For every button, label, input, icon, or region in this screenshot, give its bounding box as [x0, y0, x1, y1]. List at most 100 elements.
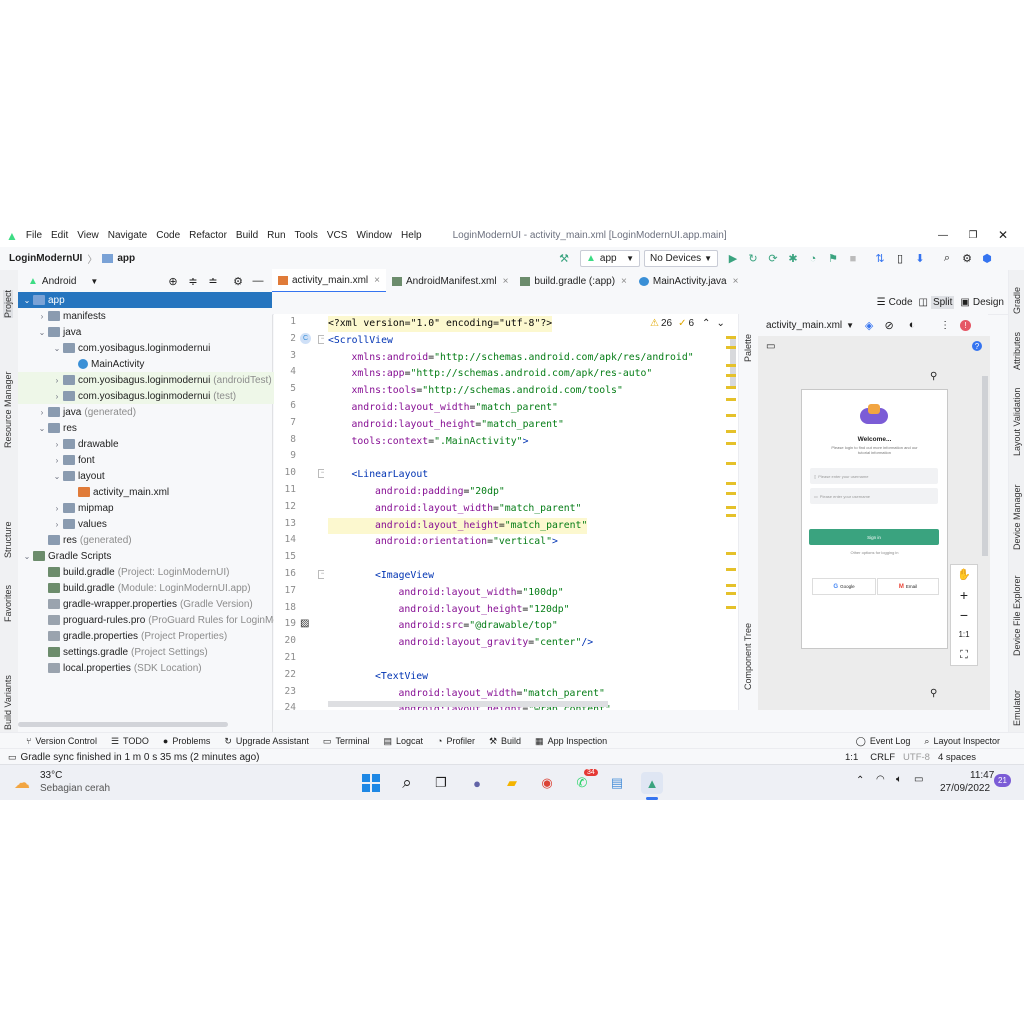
device-manager-icon[interactable]: ▯: [893, 252, 907, 266]
warning-marker[interactable]: [726, 606, 736, 609]
toolwindow-version-control[interactable]: ⑂ Version Control: [26, 736, 97, 746]
toolwindow-upgrade-assistant[interactable]: ↻ Upgrade Assistant: [224, 736, 309, 747]
warning-marker[interactable]: [726, 552, 736, 555]
chevron-down-icon[interactable]: ⌄: [22, 552, 32, 561]
zoom-fit-icon[interactable]: ⛶: [951, 645, 977, 665]
tree-item[interactable]: ⌄ Gradle Scripts: [18, 548, 276, 564]
hammer-icon[interactable]: ⚒: [557, 252, 571, 266]
locate-file-icon[interactable]: ⊕: [166, 274, 180, 288]
attributes-tool-button[interactable]: Attributes: [1012, 332, 1022, 370]
assistant-icon[interactable]: ⬢: [980, 252, 994, 266]
tree-item[interactable]: ⌄ java: [18, 324, 291, 340]
toolwindow-profiler[interactable]: ◔ Profiler: [437, 736, 475, 746]
status-message[interactable]: Gradle sync finished in 1 m 0 s 35 ms (2…: [21, 752, 260, 763]
tree-item[interactable]: › values: [18, 516, 306, 532]
toolwindow-app-inspection[interactable]: ▦ App Inspection: [535, 736, 607, 747]
tree-item[interactable]: ⌄ com.yosibagus.loginmodernui: [18, 340, 306, 356]
code-editor[interactable]: <?xml version="1.0" encoding="utf-8"?> <S…: [324, 314, 738, 710]
menu-file[interactable]: File: [26, 230, 42, 241]
tree-item[interactable]: › java (generated): [18, 404, 291, 420]
emulator-tool-button[interactable]: Emulator: [1012, 690, 1022, 726]
warning-marker[interactable]: [726, 430, 736, 433]
menu-help[interactable]: Help: [401, 230, 422, 241]
settings-icon[interactable]: ⚙: [960, 252, 974, 266]
close-tab-icon[interactable]: ×: [374, 275, 380, 286]
clock-date[interactable]: 27/09/2022: [940, 783, 990, 794]
volume-icon[interactable]: 🔈︎: [896, 774, 902, 785]
warning-marker[interactable]: [726, 442, 736, 445]
chevron-down-icon[interactable]: ⌄: [37, 328, 47, 337]
theme-icon[interactable]: ◐: [905, 318, 919, 332]
tree-item[interactable]: gradle.properties (Project Properties): [18, 628, 291, 644]
menu-tools[interactable]: Tools: [295, 230, 318, 241]
favorites-tool-button[interactable]: Favorites: [3, 585, 13, 622]
chrome-icon[interactable]: ◉: [536, 772, 558, 794]
menu-window[interactable]: Window: [356, 230, 392, 241]
resize-handle-icon[interactable]: ⚲: [930, 688, 937, 699]
structure-tool-button[interactable]: Structure: [3, 521, 13, 558]
tree-item[interactable]: ⌄ res: [18, 420, 291, 436]
tree-item[interactable]: build.gradle (Module: LoginModernUI.app): [18, 580, 291, 596]
apply-code-changes-icon[interactable]: ⟳: [766, 252, 780, 266]
toolwindow-build[interactable]: ⚒ Build: [489, 736, 521, 747]
file-explorer-icon[interactable]: ▰: [501, 772, 523, 794]
warning-marker[interactable]: [726, 514, 736, 517]
tree-item[interactable]: › com.yosibagus.loginmodernui (androidTest…: [18, 372, 306, 388]
attach-debugger-icon[interactable]: ⚑: [826, 252, 840, 266]
tree-item[interactable]: local.properties (SDK Location): [18, 660, 291, 676]
warning-marker[interactable]: [726, 492, 736, 495]
editor-tab[interactable]: activity_main.xml ×: [272, 269, 386, 293]
menu-build[interactable]: Build: [236, 230, 258, 241]
chevron-down-icon[interactable]: ⌄: [716, 318, 724, 329]
no-preview-icon[interactable]: ⊘: [882, 318, 896, 332]
toolwindow-todo[interactable]: ☰ TODO: [111, 736, 149, 747]
notepad-icon[interactable]: ▤: [606, 772, 628, 794]
weather-icon[interactable]: ☁: [14, 773, 30, 793]
tree-item[interactable]: settings.gradle (Project Settings): [18, 644, 291, 660]
editor-tab[interactable]: AndroidManifest.xml ×: [386, 270, 514, 292]
tree-item[interactable]: › com.yosibagus.loginmodernui (test): [18, 388, 306, 404]
line-separator[interactable]: CRLF: [870, 752, 895, 763]
clock-time[interactable]: 11:47: [970, 770, 994, 781]
battery-icon[interactable]: ▭: [914, 774, 923, 785]
chevron-up-icon[interactable]: ⌃: [702, 318, 710, 329]
build-variants-tool-button[interactable]: Build Variants: [3, 675, 13, 730]
warning-marker[interactable]: [726, 346, 736, 349]
expand-all-icon[interactable]: ≑: [186, 274, 200, 288]
tree-item[interactable]: gradle-wrapper.properties (Gradle Version…: [18, 596, 291, 612]
close-tab-icon[interactable]: ×: [733, 276, 739, 287]
tree-item[interactable]: › drawable: [18, 436, 306, 452]
chevron-right-icon[interactable]: ›: [52, 376, 62, 385]
menu-run[interactable]: Run: [267, 230, 285, 241]
chevron-down-icon[interactable]: ⌄: [22, 296, 32, 305]
device-file-explorer-tool-button[interactable]: Device File Explorer: [1012, 575, 1022, 656]
warning-marker[interactable]: [726, 336, 736, 339]
tree-item[interactable]: build.gradle (Project: LoginModernUI): [18, 564, 291, 580]
device-select[interactable]: No Devices ▼: [644, 250, 718, 267]
profile-icon[interactable]: ◔: [806, 252, 820, 266]
pan-icon[interactable]: ✋: [951, 565, 977, 585]
tree-item[interactable]: › manifests: [18, 308, 291, 324]
gear-icon[interactable]: ⚙: [231, 274, 245, 288]
chevron-right-icon[interactable]: ›: [37, 408, 47, 417]
inspection-widget[interactable]: ⚠ 26 ✓ 6 ⌃ ⌄: [650, 318, 725, 329]
component-tree-tool-button[interactable]: Component Tree: [743, 623, 753, 690]
sdk-manager-icon[interactable]: ⬇: [913, 252, 927, 266]
breadcrumb-module[interactable]: app: [117, 253, 135, 264]
hide-panel-icon[interactable]: —: [251, 274, 265, 288]
chevron-down-icon[interactable]: ⌄: [52, 472, 62, 481]
android-studio-task-icon[interactable]: ▲: [641, 772, 663, 794]
warning-marker[interactable]: [726, 462, 736, 465]
layers-icon[interactable]: ◈: [862, 318, 876, 332]
menu-view[interactable]: View: [77, 230, 99, 241]
split-mode-button[interactable]: Split: [930, 296, 955, 309]
zoom-out-icon[interactable]: −: [951, 605, 977, 625]
wifi-icon[interactable]: ◠: [876, 774, 885, 785]
menu-refactor[interactable]: Refactor: [189, 230, 227, 241]
warning-marker[interactable]: [726, 374, 736, 377]
tree-item[interactable]: proguard-rules.pro (ProGuard Rules for Lo…: [18, 612, 291, 628]
code-mode-button[interactable]: Code: [889, 297, 913, 308]
close-tab-icon[interactable]: ×: [503, 276, 509, 287]
chevron-right-icon[interactable]: ›: [52, 456, 62, 465]
warning-marker[interactable]: [726, 592, 736, 595]
